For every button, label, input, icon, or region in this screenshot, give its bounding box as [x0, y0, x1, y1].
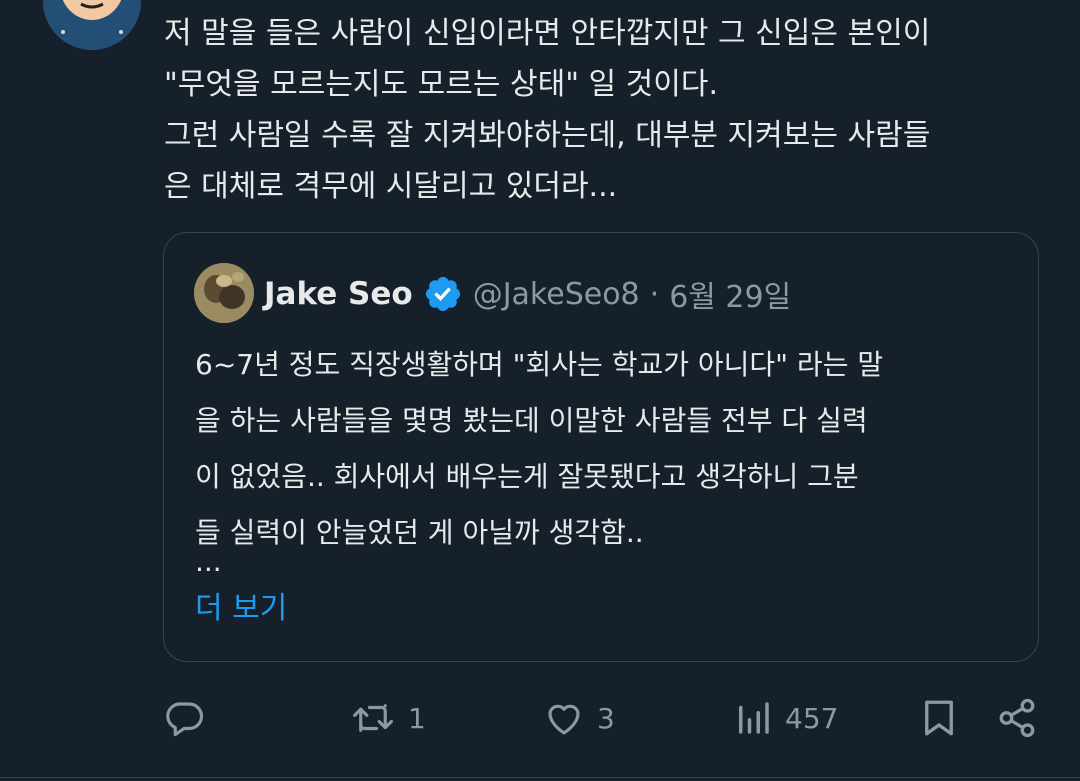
like-count: 3: [597, 701, 615, 735]
tweet-text-line: 저 말을 들은 사람이 신입이라면 안타깝지만 그 신입은 본인이: [164, 16, 931, 51]
separator-dot: ·: [649, 276, 660, 312]
tweet-text-line: 은 대체로 격무에 시달리고 있더라...: [164, 169, 618, 204]
show-more-link[interactable]: 더 보기: [195, 583, 287, 627]
tweet-text-line: 그런 사람일 수록 잘 지켜봐야하는데, 대부분 지켜보는 사람들: [164, 118, 931, 153]
quoted-author-avatar[interactable]: [194, 263, 254, 323]
like-button[interactable]: 3: [543, 690, 615, 746]
bottom-divider: [0, 777, 1080, 778]
quoted-author-name[interactable]: Jake Seo: [264, 276, 413, 312]
share-icon: [996, 697, 1038, 739]
tweet-action-bar: 1 3 457: [0, 690, 1080, 746]
quoted-tweet-date[interactable]: 6월 29일: [669, 272, 791, 316]
like-icon: [543, 697, 585, 739]
quoted-tweet-body: 6~7년 정도 직장생활하며 "회사는 학교가 아니다" 라는 말 을 하는 사…: [195, 337, 1025, 561]
author-avatar[interactable]: [43, 0, 141, 50]
quoted-text-line: 이 없었음.. 회사에서 배우는게 잘못됐다고 생각하니 그분: [195, 460, 859, 493]
retweet-count: 1: [408, 701, 426, 735]
reply-icon: [163, 697, 205, 739]
quoted-text-line: 을 하는 사람들을 몇명 봤는데 이말한 사람들 전부 다 실력: [195, 404, 868, 437]
views-count: 457: [785, 701, 839, 735]
tweet-text-line: "무엇을 모르는지도 모르는 상태" 일 것이다.: [164, 67, 719, 102]
quoted-avatar-image: [194, 263, 254, 323]
quoted-tweet[interactable]: Jake Seo @JakeSeo8 · 6월 29일 6~7년 정도 직장생활…: [163, 232, 1039, 662]
bookmark-icon: [918, 697, 960, 739]
retweet-icon: [350, 697, 396, 739]
quoted-text-line: 들 실력이 안늘었던 게 아닐까 생각함..: [195, 516, 644, 549]
quoted-text-line: 6~7년 정도 직장생활하며 "회사는 학교가 아니다" 라는 말: [195, 348, 884, 381]
tweet-text: 저 말을 들은 사람이 신입이라면 안타깝지만 그 신입은 본인이 "무엇을 모…: [164, 8, 1044, 212]
tweet: 저 말을 들은 사람이 신입이라면 안타깝지만 그 신입은 본인이 "무엇을 모…: [0, 0, 1080, 781]
bookmark-button[interactable]: [918, 690, 960, 746]
avatar-illustration: [43, 0, 141, 50]
views-button[interactable]: 457: [733, 690, 838, 746]
verified-badge-icon: [423, 274, 463, 314]
views-icon: [733, 697, 773, 739]
quoted-tweet-header: Jake Seo @JakeSeo8 · 6월 29일: [264, 269, 791, 319]
share-button[interactable]: [996, 690, 1038, 746]
reply-button[interactable]: [163, 690, 205, 746]
truncation-ellipsis: ...: [195, 545, 222, 578]
retweet-button[interactable]: 1: [350, 690, 426, 746]
quoted-author-handle[interactable]: @JakeSeo8: [473, 277, 640, 312]
